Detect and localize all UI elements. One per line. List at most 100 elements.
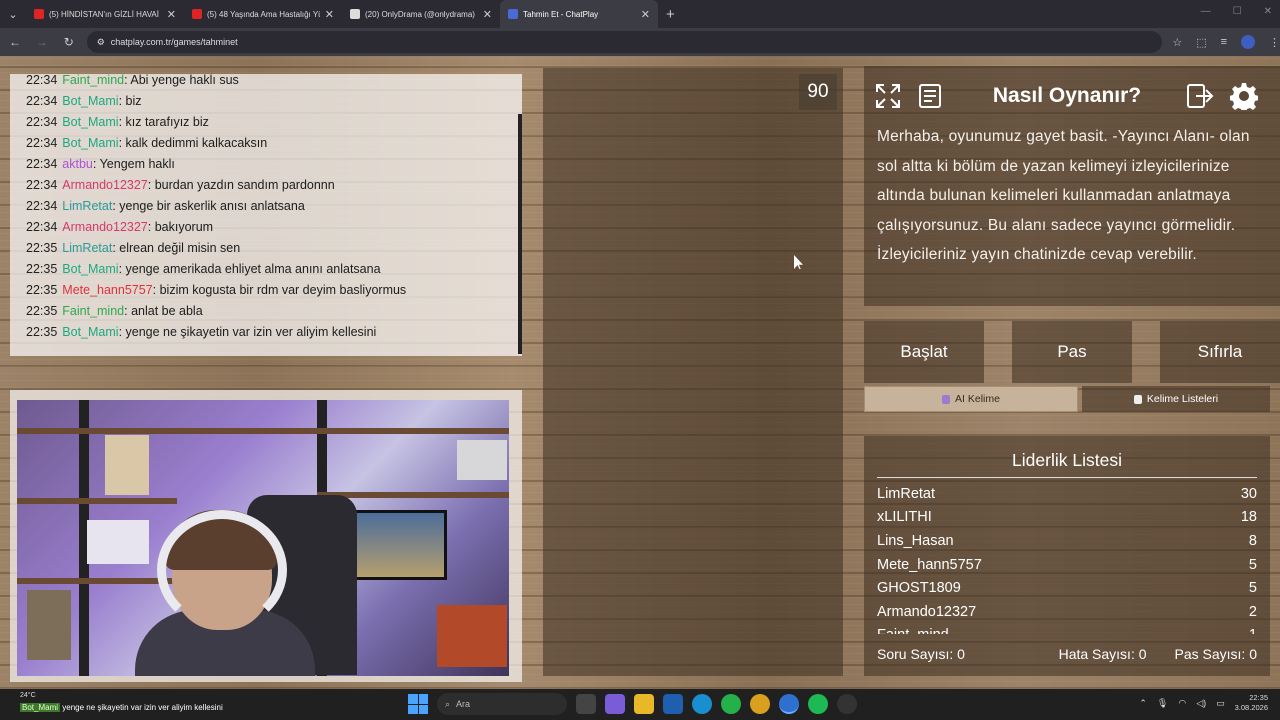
chat-username[interactable]: Bot_Mami — [62, 136, 118, 150]
tab-word-lists[interactable]: Kelime Listeleri — [1082, 386, 1270, 412]
player-score: 5 — [1248, 580, 1257, 597]
new-tab-button[interactable]: + — [658, 6, 683, 23]
stats-row: Soru Sayısı: 0 Hata Sayısı: 0 Pas Sayısı… — [877, 646, 1257, 662]
chat-text: : elrean değil misin sen — [112, 241, 241, 255]
timer-badge: 90 — [799, 74, 837, 110]
volume-icon[interactable]: ◁) — [1196, 698, 1206, 709]
chat-username[interactable]: LimRetat — [62, 199, 112, 213]
taskbar: 24°C Bot_Mami yenge ne şikayetin var izi… — [0, 689, 1280, 720]
divider — [877, 477, 1257, 478]
microphone-icon[interactable]: 🎙 — [1157, 698, 1168, 709]
chat-message: 22:35 Mete_hann5757: bizim kogusta bir rd… — [26, 280, 516, 301]
profile-avatar[interactable] — [1241, 35, 1256, 49]
chrome-icon[interactable] — [750, 694, 770, 714]
chat-username[interactable]: Bot_Mami — [62, 325, 118, 339]
tab-close-icon[interactable]: ✕ — [483, 8, 492, 21]
browser-tab[interactable]: Tahmin Et - ChatPlay ✕ — [500, 0, 658, 28]
chat-panel: 22:34 Faint_mind: Abi yenge haklı sus 22:3… — [10, 74, 522, 356]
start-menu-icon[interactable] — [408, 694, 428, 714]
clock-time: 22:35 — [1249, 693, 1268, 702]
start-button[interactable]: Başlat — [864, 321, 984, 383]
close-window-icon[interactable]: ✕ — [1264, 6, 1272, 17]
file-explorer-icon[interactable] — [634, 694, 654, 714]
leaderboard-row: Mete_hann5757 5 — [877, 553, 1257, 577]
player-score: 1 — [1249, 627, 1257, 634]
player-name: GHOST1809 — [877, 580, 961, 597]
player-name: Mete_hann5757 — [877, 556, 982, 573]
tab-ai-word[interactable]: AI Kelime — [864, 386, 1078, 412]
chrome-active-icon[interactable] — [779, 694, 799, 714]
pass-count: Pas Sayısı: 0 — [1174, 646, 1257, 662]
taskbar-search[interactable]: ⌕ Ara — [437, 693, 567, 715]
tab-search-icon[interactable]: ⌄ — [0, 0, 26, 28]
how-to-play-panel: Nasıl Oynanır? Merhaba, oyunumuz gayet b… — [864, 66, 1280, 306]
reload-icon[interactable]: ↻ — [57, 35, 81, 49]
chat-text: : Yengem haklı — [92, 157, 175, 171]
chat-time: 22:35 — [26, 283, 58, 297]
chat-scrollbar[interactable] — [518, 114, 522, 354]
chat-username[interactable]: LimRetat — [62, 241, 112, 255]
chat-username[interactable]: Faint_mind — [62, 304, 124, 318]
battery-icon[interactable]: ▭ — [1216, 698, 1225, 709]
robot-icon — [942, 394, 951, 404]
maximize-icon[interactable]: ☐ — [1233, 6, 1242, 17]
leaderboard-row: Armando12327 2 — [877, 600, 1257, 624]
media-icon[interactable]: ≡ — [1221, 36, 1227, 48]
menu-icon[interactable]: ⋮ — [1269, 36, 1280, 49]
tab-title: (5) 48 Yaşında Ama Hastalığı Yü — [207, 9, 320, 19]
bookmark-star-icon[interactable]: ☆ — [1172, 36, 1182, 49]
whatsapp-icon[interactable] — [721, 694, 741, 714]
player-score: 5 — [1248, 556, 1257, 573]
task-view-icon[interactable] — [576, 694, 596, 714]
search-placeholder: Ara — [456, 699, 471, 709]
settings-gear-icon[interactable] — [1228, 80, 1260, 112]
chat-time: 22:35 — [26, 325, 58, 339]
logout-icon[interactable] — [1184, 80, 1216, 112]
chat-text: : biz — [118, 94, 142, 108]
leaderboard-row: LimRetat 30 — [877, 482, 1257, 506]
store-icon[interactable] — [663, 694, 683, 714]
tab-close-icon[interactable]: ✕ — [167, 8, 176, 21]
window-controls: — ☐ ✕ — [1201, 6, 1272, 17]
browser-tab-bar: ⌄ (5) HİNDİSTAN'ın GİZLİ HAVAİ ✕ (5) 48 Ya… — [0, 0, 1280, 28]
tab-word-lists-label: Kelime Listeleri — [1146, 393, 1219, 405]
word-area: 90 — [543, 68, 843, 676]
chat-username[interactable]: Bot_Mami — [62, 262, 118, 276]
leaderboard-row: Faint_mind 1 — [877, 624, 1257, 634]
weather-widget[interactable]: 24°C — [20, 692, 36, 699]
edge-icon[interactable] — [692, 694, 712, 714]
github-icon[interactable] — [837, 694, 857, 714]
pass-button[interactable]: Pas — [1012, 321, 1132, 383]
url-text: chatplay.com.tr/games/tahminet — [110, 37, 238, 47]
minimize-icon[interactable]: — — [1201, 6, 1211, 17]
chat-username[interactable]: Bot_Mami — [62, 94, 118, 108]
tab-close-icon[interactable]: ✕ — [325, 8, 334, 21]
chat-username[interactable]: aktbu — [62, 157, 93, 171]
browser-tab[interactable]: (20) OnlyDrama (@onlydrama) ✕ — [342, 0, 500, 28]
back-icon[interactable]: ← — [3, 35, 27, 49]
chat-username[interactable]: Armando12327 — [62, 220, 147, 234]
tab-close-icon[interactable]: ✕ — [641, 8, 650, 21]
chat-username[interactable]: Armando12327 — [62, 178, 147, 192]
system-tray: ⌃ 🎙 ◠ ◁) ▭ 22:35 3.08.2026 — [1139, 693, 1268, 713]
player-score: 30 — [1240, 485, 1257, 502]
clock[interactable]: 22:35 3.08.2026 — [1235, 693, 1268, 713]
chat-username[interactable]: Mete_hann5757 — [62, 283, 152, 297]
browser-tab[interactable]: (5) 48 Yaşında Ama Hastalığı Yü ✕ — [184, 0, 342, 28]
site-info-icon[interactable]: ⚙ — [97, 37, 105, 48]
browser-tab[interactable]: (5) HİNDİSTAN'ın GİZLİ HAVAİ ✕ — [26, 0, 184, 28]
tray-chevron-icon[interactable]: ⌃ — [1139, 698, 1147, 709]
spotify-icon[interactable] — [808, 694, 828, 714]
extensions-icon[interactable]: ⬚ — [1196, 36, 1206, 49]
url-input[interactable]: ⚙ chatplay.com.tr/games/tahminet — [86, 31, 1163, 53]
address-bar-row: ← → ↻ ⚙ chatplay.com.tr/games/tahminet ☆… — [0, 28, 1280, 56]
forward-icon[interactable]: → — [30, 35, 54, 49]
chat-username[interactable]: Faint_mind — [62, 74, 124, 87]
copilot-icon[interactable] — [605, 694, 625, 714]
question-count: Soru Sayısı: 0 — [877, 646, 965, 662]
player-name: xLILITHI — [877, 509, 932, 526]
reset-button[interactable]: Sıfırla — [1160, 321, 1280, 383]
chat-username[interactable]: Bot_Mami — [62, 115, 118, 129]
chat-text: : kız tarafıyız biz — [118, 115, 209, 129]
wifi-icon[interactable]: ◠ — [1178, 698, 1186, 709]
